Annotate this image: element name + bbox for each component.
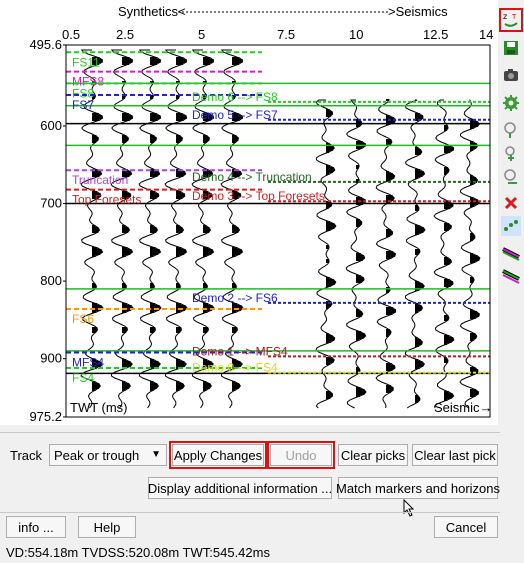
pick-label: Demo 4 --> Truncation xyxy=(192,170,312,184)
pick-label: Demo 2 --> FS6 xyxy=(192,291,278,305)
x-tick-label: 2.5 xyxy=(116,27,134,42)
y-tick-label: 600 xyxy=(40,118,62,133)
x-tick-label: 10 xyxy=(349,27,363,42)
track-label: Track xyxy=(10,448,43,463)
scatter-icon[interactable] xyxy=(501,216,521,236)
pick-label: Demo 6 --> FS8 xyxy=(192,90,278,104)
y-tick-label: 700 xyxy=(40,196,62,211)
marker-label: FS7 xyxy=(72,98,94,112)
seismic-well-tie-plot[interactable]: Synthetics< >Seismics 0.5 2.5 5 7.5 10 12.5 14 … xyxy=(0,0,498,425)
clear-picks-button[interactable]: Clear picks xyxy=(338,444,408,466)
separator xyxy=(0,512,500,513)
pick-label: Demo 3 --> Top Foresets xyxy=(192,189,325,203)
header-synthetics: Synthetics< xyxy=(118,4,186,19)
marker-label: Top Foresets xyxy=(72,193,141,207)
pick-label: Demo 1 --> MFS4 xyxy=(192,344,288,358)
right-toolbar: zT xyxy=(498,4,524,304)
track-dropdown[interactable]: Peak or trough ▼ xyxy=(49,444,167,466)
help-button[interactable]: Help xyxy=(78,516,136,538)
x-tick-label: 14 xyxy=(479,27,493,42)
separator xyxy=(0,432,500,433)
cancel-button[interactable]: Cancel xyxy=(434,516,498,538)
header-seismics: >Seismics xyxy=(388,4,448,19)
pick-label: Demo 0 --> FS4 xyxy=(192,361,278,375)
apply-changes-button[interactable]: Apply Changes xyxy=(169,441,267,469)
match-markers-horizons-button[interactable]: Match markers and horizons xyxy=(336,477,500,499)
marker-label: FS11 xyxy=(72,55,100,69)
zoom-toggle-icon[interactable]: zT xyxy=(499,8,523,32)
undo-button[interactable]: Undo xyxy=(267,441,335,469)
camera-icon[interactable] xyxy=(501,65,521,85)
y-tick-label: 900 xyxy=(40,351,62,366)
x-tick-label: 0.5 xyxy=(62,27,80,42)
y-axis-label: TWT (ms) xyxy=(70,400,128,415)
y-tick-label: 495.6 xyxy=(29,37,62,52)
save-icon[interactable] xyxy=(501,38,521,58)
marker-label: Truncation xyxy=(72,173,128,187)
wiggle-color-icon[interactable] xyxy=(501,242,521,262)
x-tick-label: 12.5 xyxy=(423,27,448,42)
x-axis-label: Seismic→ xyxy=(434,400,493,415)
marker-label: FS4 xyxy=(72,371,94,385)
display-additional-info-button[interactable]: Display additional information ... xyxy=(148,477,332,499)
zoom-out-icon[interactable] xyxy=(501,144,521,164)
svg-text:T: T xyxy=(512,14,517,21)
marker-label: FS6 xyxy=(72,312,94,326)
zoom-reset-icon[interactable] xyxy=(501,167,521,187)
pick-label: Demo 5 --> FS7 xyxy=(192,108,278,122)
x-tick-label: 5 xyxy=(198,27,205,42)
clear-last-pick-button[interactable]: Clear last pick xyxy=(412,444,498,466)
info-button[interactable]: info ... xyxy=(6,516,66,538)
chevron-down-icon: ▼ xyxy=(151,449,161,460)
mouse-cursor-icon xyxy=(403,499,415,517)
status-bar: VD:554.18m TVDSS:520.08m TWT:545.42ms xyxy=(6,545,270,560)
x-tick-label: 7.5 xyxy=(277,27,295,42)
y-tick-label: 800 xyxy=(40,273,62,288)
y-tick-label: 975.2 xyxy=(29,409,62,424)
zoom-in-icon[interactable] xyxy=(501,120,521,140)
settings-gear-icon[interactable] xyxy=(501,93,521,113)
track-dropdown-value: Peak or trough xyxy=(54,447,140,463)
wiggle-color2-icon[interactable] xyxy=(501,266,521,286)
svg-text:z: z xyxy=(503,12,507,21)
delete-icon[interactable] xyxy=(501,193,521,213)
